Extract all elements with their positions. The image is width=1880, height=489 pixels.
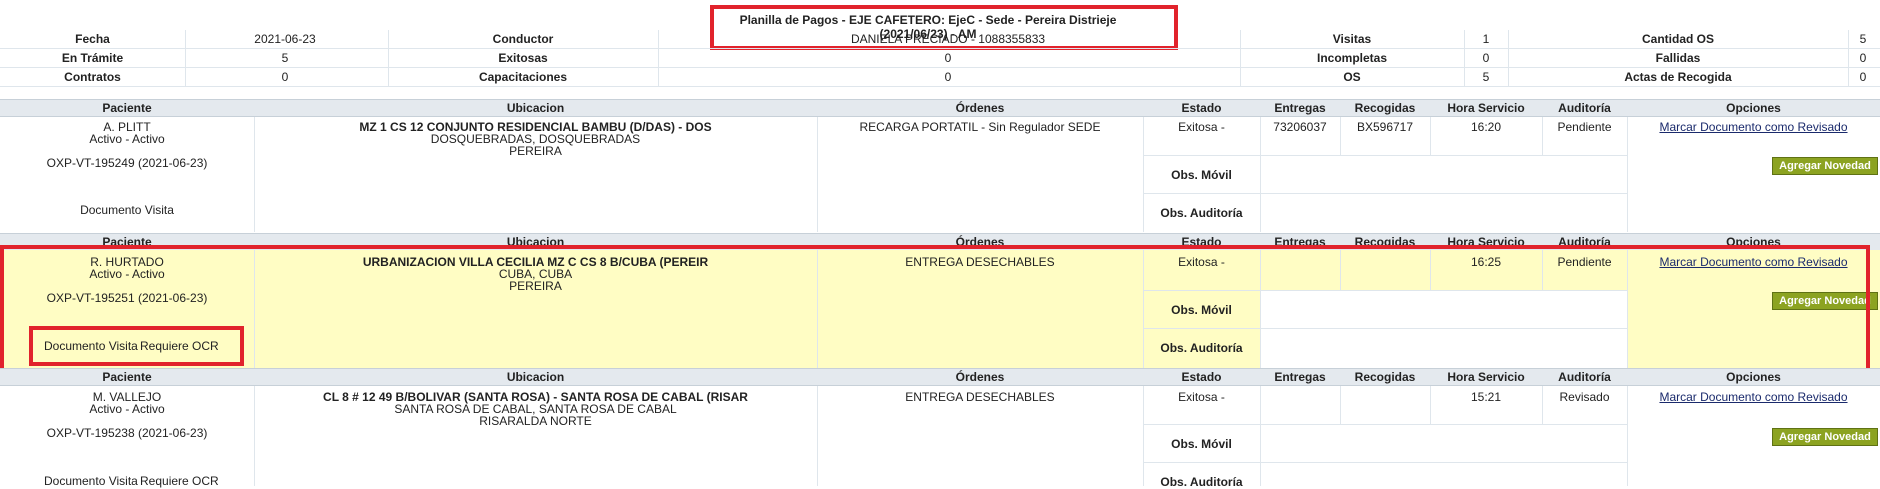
contratos-value: 0 — [281, 70, 289, 84]
marcar-revisado-link[interactable]: Marcar Documento como Revisado — [1627, 121, 1880, 133]
capacitaciones-label: Capacitaciones — [478, 70, 568, 84]
ordenes-value: ENTREGA DESECHABLES — [905, 390, 1055, 404]
documento-visita-link[interactable]: Documento Visita — [0, 204, 254, 216]
actas-value: 0 — [1859, 70, 1867, 84]
col-auditoria: Auditoría — [1558, 370, 1611, 384]
fecha-label: Fecha — [75, 32, 110, 46]
incompletas-label: Incompletas — [1316, 51, 1388, 65]
summary-row-3: Contratos 0 Capacitaciones 0 OS 5 Actas … — [0, 68, 1880, 87]
col-hora: Hora Servicio — [1447, 101, 1525, 115]
os-label: OS — [1343, 70, 1361, 84]
col-opciones: Opciones — [1726, 370, 1781, 384]
col-recogidas: Recogidas — [1354, 101, 1416, 115]
estado-value: Exitosa - — [1178, 120, 1225, 134]
orden-id: OXP-VT-195238 (2021-06-23) — [46, 426, 208, 440]
record-highlight-box — [0, 245, 1870, 374]
col-entregas: Entregas — [1274, 101, 1326, 115]
exitosas-label: Exitosas — [498, 51, 548, 65]
en-tramite-label: En Trámite — [61, 51, 124, 65]
visitas-value: 1 — [1482, 32, 1490, 46]
ordenes-value: RECARGA PORTATIL - Sin Regulador SEDE — [859, 120, 1101, 134]
record-1: A. PLITT Activo - Activo OXP-VT-195249 (… — [0, 117, 1880, 232]
marcar-revisado-link[interactable]: Marcar Documento como Revisado — [1627, 391, 1880, 403]
cantidad-os-label: Cantidad OS — [1641, 32, 1714, 46]
os-value: 5 — [1482, 70, 1490, 84]
col-recogidas: Recogidas — [1354, 370, 1416, 384]
col-ubicacion: Ubicacion — [506, 370, 565, 384]
col-paciente: Paciente — [102, 370, 152, 384]
recogidas-value: BX596717 — [1356, 120, 1414, 134]
summary-row-2: En Trámite 5 Exitosas 0 Incompletas 0 Fa… — [0, 49, 1880, 68]
obs-auditoria-label: Obs. Auditoría — [1160, 206, 1243, 220]
obs-movil-label: Obs. Móvil — [1171, 437, 1232, 451]
record-3: M. VALLEJO Activo - Activo OXP-VT-195238… — [0, 386, 1880, 489]
col-ordenes: Órdenes — [955, 101, 1005, 115]
obs-auditoria-label: Obs. Auditoría — [1160, 475, 1243, 489]
col-auditoria: Auditoría — [1558, 101, 1611, 115]
orden-id: OXP-VT-195249 (2021-06-23) — [46, 156, 208, 170]
entregas-value: 73206037 — [1273, 120, 1327, 134]
col-hora: Hora Servicio — [1447, 370, 1525, 384]
visitas-label: Visitas — [1332, 32, 1372, 46]
col-estado: Estado — [1181, 370, 1222, 384]
col-entregas: Entregas — [1274, 370, 1326, 384]
agregar-novedad-button[interactable]: Agregar Novedad — [1772, 428, 1878, 446]
incompletas-value: 0 — [1482, 51, 1490, 65]
requiere-ocr-highlight-box — [29, 326, 244, 366]
col-ubicacion: Ubicacion — [506, 101, 565, 115]
fecha-value: 2021-06-23 — [254, 32, 316, 46]
cantidad-os-value: 5 — [1859, 32, 1867, 46]
auditoria-value: Pendiente — [1557, 120, 1612, 134]
col-ordenes: Órdenes — [955, 370, 1005, 384]
capacitaciones-value: 0 — [944, 70, 952, 84]
records-header: Paciente Ubicacion Órdenes Estado Entreg… — [0, 368, 1880, 386]
conductor-value: DANIELA PRECIADO - 1088355833 — [850, 32, 1046, 46]
paciente-status: Activo - Activo — [89, 132, 165, 146]
agregar-novedad-button[interactable]: Agregar Novedad — [1772, 157, 1878, 175]
obs-movil-label: Obs. Móvil — [1171, 168, 1232, 182]
actas-label: Actas de Recogida — [1624, 70, 1732, 84]
estado-value: Exitosa - — [1178, 390, 1225, 404]
col-estado: Estado — [1181, 101, 1222, 115]
conductor-label: Conductor — [492, 32, 554, 46]
ubicacion-depto: PEREIRA — [509, 144, 562, 158]
requiere-ocr-label: Requiere OCR — [140, 474, 219, 488]
auditoria-value: Revisado — [1559, 390, 1610, 404]
contratos-label: Contratos — [64, 70, 121, 84]
hora-value: 15:21 — [1470, 390, 1502, 404]
hora-value: 16:20 — [1470, 120, 1502, 134]
fallidas-value: 0 — [1859, 51, 1867, 65]
col-paciente: Paciente — [102, 101, 152, 115]
summary-row-1: Fecha 2021-06-23 Conductor DANIELA PRECI… — [0, 30, 1880, 49]
col-opciones: Opciones — [1726, 101, 1781, 115]
documento-visita-link[interactable]: Documento Visita — [44, 475, 138, 487]
exitosas-value: 0 — [944, 51, 952, 65]
paciente-status: Activo - Activo — [89, 402, 165, 416]
ubicacion-depto: RISARALDA NORTE — [479, 414, 592, 428]
fallidas-label: Fallidas — [1655, 51, 1701, 65]
en-tramite-value: 5 — [281, 51, 289, 65]
records-header: Paciente Ubicacion Órdenes Estado Entreg… — [0, 99, 1880, 117]
